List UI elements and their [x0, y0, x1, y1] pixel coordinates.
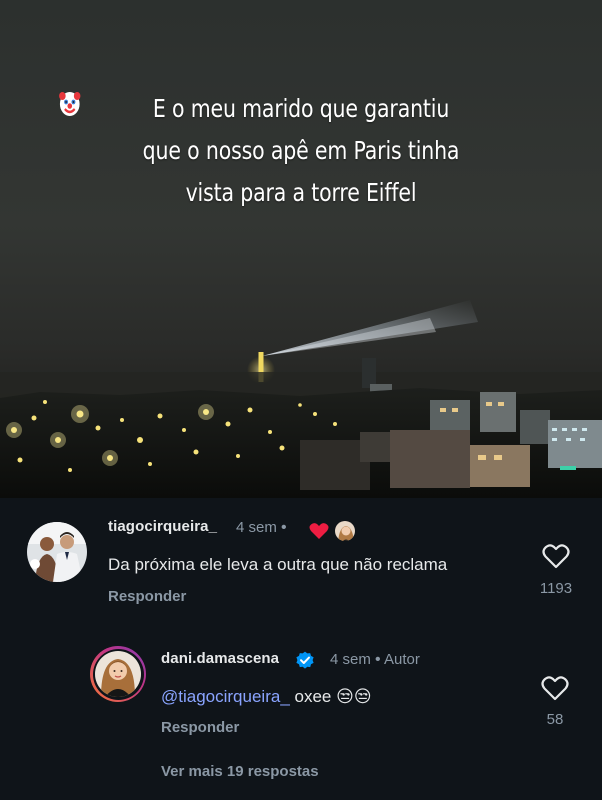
- comment-username[interactable]: tiagocirqueira_: [108, 518, 217, 535]
- liked-by-author-heart-icon: [309, 523, 329, 539]
- mention-link[interactable]: @tiagocirqueira_: [161, 687, 290, 706]
- avatar-photo: [27, 522, 87, 582]
- reply-text: @tiagocirqueira_ oxee 😒😒: [161, 687, 372, 707]
- meta-separator: •: [281, 519, 287, 536]
- caption-line-2: que o nosso apê em Paris tinha: [142, 136, 460, 165]
- caption-line-3-wrap: vista para a torre Eiffel: [54, 92, 548, 214]
- avatar[interactable]: [27, 522, 87, 582]
- video-caption: E o meu marido que garantiu que o nosso …: [54, 88, 548, 214]
- author-mini-avatar: [334, 520, 356, 542]
- like-count: 1193: [539, 580, 573, 597]
- comment-text: Da próxima ele leva a outra que não recl…: [108, 555, 448, 574]
- verified-badge-icon: [296, 651, 314, 669]
- story-ring-avatar[interactable]: [90, 646, 146, 702]
- post-video[interactable]: E o meu marido que garantiu que o nosso …: [0, 0, 602, 498]
- comment-time: 4 sem: [236, 519, 277, 536]
- reply-time: 4 sem: [330, 651, 371, 668]
- clown-face-icon: [59, 92, 81, 116]
- author-mini-avatar-photo: [335, 521, 355, 541]
- paris-night-skyline: [0, 300, 602, 498]
- reply-text-body: oxee 😒😒: [289, 687, 372, 706]
- reply-button[interactable]: Responder: [108, 588, 186, 605]
- caption-line-3: vista para a torre Eiffel: [185, 178, 417, 207]
- like-heart-icon[interactable]: [542, 543, 570, 569]
- comment-meta: 4 sem •: [236, 519, 287, 537]
- avatar-photo: [95, 651, 141, 697]
- like-count: 58: [546, 711, 564, 728]
- caption-line-1: E o meu marido que garantiu: [152, 94, 450, 123]
- like-heart-icon[interactable]: [541, 675, 569, 701]
- avatar-inner: [92, 648, 144, 700]
- author-label: Autor: [383, 651, 420, 668]
- reply-meta: 4 sem • Autor: [330, 651, 420, 669]
- meta-separator: •: [375, 651, 381, 668]
- comments-section: tiagocirqueira_ 4 sem • Da próxima ele l…: [0, 498, 602, 800]
- reply-username[interactable]: dani.damascena: [161, 650, 279, 667]
- view-more-replies-button[interactable]: Ver mais 19 respostas: [161, 763, 319, 780]
- reply-button[interactable]: Responder: [161, 719, 239, 736]
